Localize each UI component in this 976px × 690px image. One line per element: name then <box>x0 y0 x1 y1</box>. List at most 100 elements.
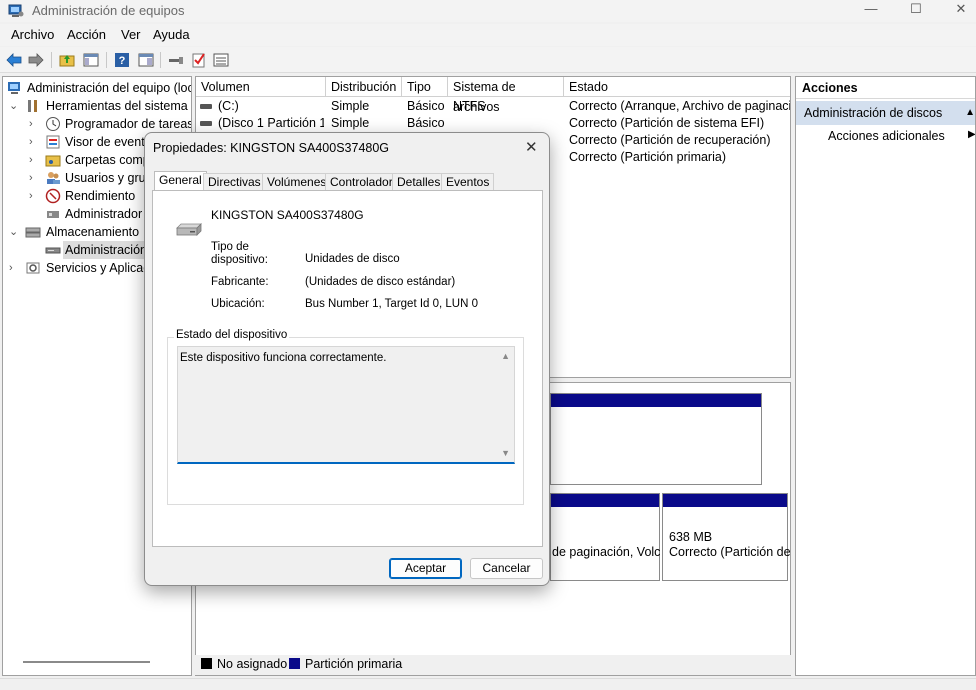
tab-volumenes[interactable]: Volúmenes <box>262 173 332 191</box>
menu-ver[interactable]: Ver <box>121 27 141 42</box>
menu-ayuda[interactable]: Ayuda <box>153 27 190 42</box>
close-window-button[interactable]: ✕ <box>938 0 976 22</box>
chevron-right-icon[interactable]: › <box>29 133 39 151</box>
tab-general[interactable]: General <box>154 171 207 192</box>
legend-label-primary: Partición primaria <box>305 657 403 671</box>
primary-partition-bar <box>551 394 761 407</box>
cancel-button[interactable]: Cancelar <box>470 558 543 579</box>
chevron-right-icon[interactable]: › <box>29 187 39 205</box>
value-location: Bus Number 1, Target Id 0, LUN 0 <box>305 298 479 310</box>
cell-type: Básico <box>407 99 445 113</box>
device-status-textbox[interactable]: Este dispositivo funciona correctamente.… <box>177 346 515 464</box>
device-status-group: Estado del dispositivo Este dispositivo … <box>167 329 524 505</box>
dialog-close-button[interactable]: ✕ <box>525 138 538 156</box>
toolbar: ? <box>0 47 976 73</box>
actions-pane: Acciones Administración de discos ▲ Acci… <box>795 76 976 676</box>
tree-node-root[interactable]: Administración del equipo (loc <box>3 79 191 97</box>
chevron-down-icon[interactable]: ⌄ <box>9 223 19 241</box>
tab-directivas[interactable]: Directivas <box>203 173 266 191</box>
partition-block[interactable] <box>550 393 762 485</box>
menu-accion[interactable]: Acción <box>67 27 106 42</box>
show-hide-tree-icon[interactable] <box>82 51 100 69</box>
up-folder-icon[interactable] <box>58 51 76 69</box>
primary-partition-swatch <box>289 658 300 669</box>
dialog-tabs: General Directivas Volúmenes Controlador… <box>152 171 542 192</box>
value-device-type: Unidades de disco <box>305 253 400 265</box>
label-device-type: Tipo de dispositivo: <box>211 241 268 266</box>
help-icon[interactable]: ? <box>113 51 131 69</box>
forward-icon[interactable] <box>27 51 45 69</box>
partition-block-c[interactable]: de paginación, Volc <box>550 493 660 581</box>
list-icon[interactable] <box>212 51 230 69</box>
minimize-button[interactable]: — <box>848 0 894 22</box>
cell-status: Correcto (Partición de sistema EFI) <box>569 116 765 130</box>
cell-status: Correcto (Partición primaria) <box>569 150 726 164</box>
action-label: Acciones adicionales <box>828 129 945 143</box>
menu-archivo[interactable]: Archivo <box>11 27 54 42</box>
primary-partition-bar <box>551 494 659 507</box>
status-bar <box>0 678 976 690</box>
maximize-button[interactable]: ☐ <box>893 0 939 22</box>
tree-label: Carpetas comp <box>65 153 150 167</box>
users-icon <box>47 172 60 184</box>
action-more-actions[interactable]: Acciones adicionales ▶ <box>828 129 975 143</box>
chevron-right-icon[interactable]: › <box>29 151 39 169</box>
disk-management-icon <box>45 247 61 254</box>
cell-volume: (C:) <box>218 99 239 113</box>
cell-layout: Simple <box>331 116 370 130</box>
device-name: KINGSTON SA400S37480G <box>211 208 364 222</box>
tree-label: Rendimiento <box>65 189 136 203</box>
scroll-down-icon[interactable]: ▼ <box>501 448 510 458</box>
disk-drive-icon <box>176 223 202 236</box>
back-icon[interactable] <box>5 51 23 69</box>
tree-node-task-scheduler[interactable]: › Programador de tareas <box>3 115 191 133</box>
device-status-label: Estado del dispositivo <box>174 329 290 341</box>
chevron-right-icon[interactable]: › <box>9 259 19 277</box>
partition-status-text: de paginación, Volc <box>552 545 661 559</box>
legend-label-unallocated: No asignado <box>217 657 288 671</box>
cell-layout: Simple <box>331 99 370 113</box>
tab-eventos[interactable]: Eventos <box>441 173 495 191</box>
actions-section-label: Administración de discos <box>804 106 943 120</box>
device-status-text: Este dispositivo funciona correctamente. <box>180 352 387 364</box>
ok-button[interactable]: Aceptar <box>389 558 462 579</box>
column-header-status[interactable]: Estado <box>564 77 790 97</box>
cell-filesystem: NTFS <box>453 99 486 113</box>
dialog-title: Propiedades: KINGSTON SA400S37480G <box>153 141 390 155</box>
partition-block-recovery[interactable]: 638 MB Correcto (Partición de <box>662 493 790 581</box>
window-title: Administración de equipos <box>32 3 185 18</box>
scroll-up-icon[interactable]: ▲ <box>501 351 510 361</box>
column-header-layout[interactable]: Distribución <box>326 77 402 97</box>
cell-status: Correcto (Arranque, Archivo de paginació… <box>569 99 791 113</box>
collapse-arrow-icon[interactable]: ▲ <box>965 101 975 125</box>
tools-icon <box>28 100 37 112</box>
actions-section-disk-management[interactable]: Administración de discos ▲ <box>796 101 975 125</box>
storage-icon <box>25 227 41 238</box>
event-viewer-icon <box>46 135 60 149</box>
column-header-volume[interactable]: Volumen <box>196 77 326 97</box>
tab-controlador[interactable]: Controlador <box>325 173 398 191</box>
value-manufacturer: (Unidades de disco estándar) <box>305 276 456 288</box>
tree-label: Almacenamiento <box>46 225 140 239</box>
tree-horizontal-scrollbar[interactable] <box>23 661 150 663</box>
cell-type: Básico <box>407 116 445 130</box>
cell-status: Correcto (Partición de recuperación) <box>569 133 771 147</box>
computer-management-icon <box>8 82 20 94</box>
tree-label: Administración <box>63 241 149 259</box>
properties-icon[interactable] <box>137 51 155 69</box>
checkmark-icon[interactable] <box>190 51 208 69</box>
device-manager-icon <box>47 211 59 218</box>
column-header-type[interactable]: Tipo <box>402 77 448 97</box>
column-header-filesystem[interactable]: Sistema de archivos <box>448 77 564 114</box>
tree-node-system-tools[interactable]: ⌄ Herramientas del sistema <box>3 97 191 115</box>
performance-icon <box>45 188 61 204</box>
toolbar-separator <box>106 52 107 68</box>
chevron-down-icon[interactable]: ⌄ <box>9 97 19 115</box>
tree-label: Herramientas del sistema <box>46 99 188 113</box>
tab-detalles[interactable]: Detalles <box>392 173 446 191</box>
title-bar: Administración de equipos — ☐ ✕ <box>0 0 976 22</box>
connect-icon[interactable] <box>167 51 185 69</box>
tree-label: Administrador <box>65 207 143 221</box>
chevron-right-icon[interactable]: › <box>29 169 39 187</box>
chevron-right-icon[interactable]: › <box>29 115 39 133</box>
